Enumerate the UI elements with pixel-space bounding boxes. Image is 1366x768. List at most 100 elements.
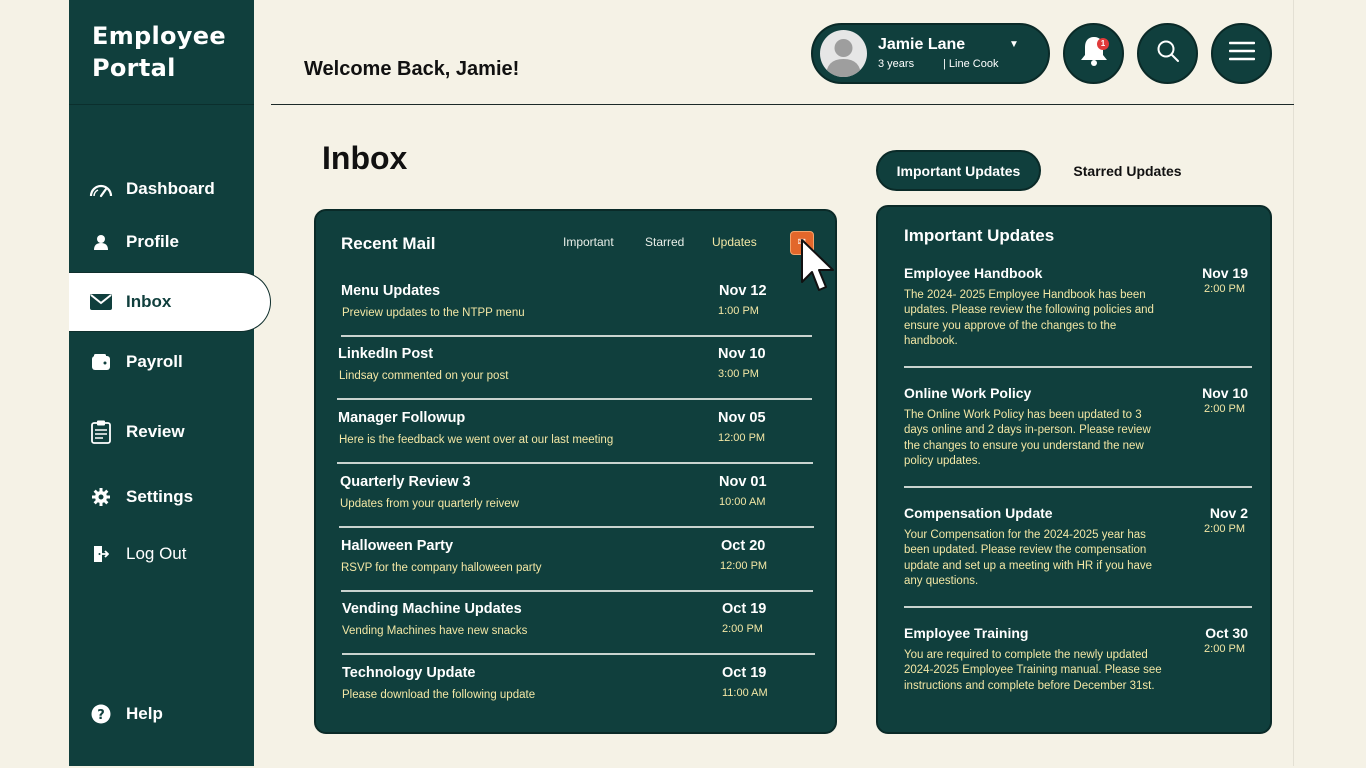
row-divider bbox=[341, 335, 812, 337]
row-divider bbox=[904, 366, 1252, 368]
user-name: Jamie Lane bbox=[878, 36, 966, 53]
update-body: Your Compensation for the 2024-2025 year… bbox=[904, 529, 1153, 587]
sidebar-item-settings[interactable]: Settings bbox=[88, 479, 193, 515]
notification-badge: 1 bbox=[1097, 38, 1109, 50]
welcome-message: Welcome Back, Jamie! bbox=[304, 58, 520, 80]
row-divider bbox=[904, 486, 1252, 488]
mail-icon bbox=[88, 289, 114, 315]
mail-preview: Lindsay commented on your post bbox=[339, 370, 509, 382]
mail-time: 11:00 AM bbox=[722, 687, 768, 699]
mail-time: 3:00 PM bbox=[718, 368, 759, 380]
logout-icon bbox=[88, 541, 114, 567]
row-divider bbox=[904, 606, 1252, 608]
mail-time: 12:00 PM bbox=[718, 432, 766, 444]
page-title: Inbox bbox=[322, 140, 408, 176]
filter-starred[interactable]: Starred bbox=[645, 235, 684, 249]
sidebar-item-label: Dashboard bbox=[126, 179, 215, 198]
sidebar-item-logout[interactable]: Log Out bbox=[88, 536, 187, 572]
user-icon bbox=[88, 229, 114, 255]
sidebar-divider bbox=[69, 104, 254, 105]
header-divider bbox=[271, 104, 1294, 105]
mail-date: Oct 20 bbox=[721, 538, 766, 554]
mail-row[interactable]: Halloween Party RSVP for the company hal… bbox=[316, 538, 839, 600]
mail-row[interactable]: Technology Update Please download the fo… bbox=[316, 665, 839, 727]
mail-time: 12:00 PM bbox=[720, 560, 768, 572]
update-title: Employee Handbook bbox=[904, 265, 1043, 281]
chevron-down-icon: ▼ bbox=[1009, 39, 1019, 50]
mail-row[interactable]: Menu Updates Preview updates to the NTPP… bbox=[316, 283, 839, 345]
update-body: The 2024- 2025 Employee Handbook has bee… bbox=[904, 289, 1154, 347]
sidebar-item-label: Inbox bbox=[126, 292, 172, 311]
update-date: Nov 2 bbox=[1209, 505, 1248, 521]
update-title: Online Work Policy bbox=[904, 385, 1032, 401]
mouse-cursor-icon bbox=[800, 238, 836, 299]
mail-preview: Please download the following update bbox=[342, 689, 536, 701]
sidebar-item-label: Log Out bbox=[126, 544, 187, 563]
update-title: Employee Training bbox=[904, 625, 1029, 641]
filter-important[interactable]: Important bbox=[563, 235, 614, 249]
important-updates-card: Important Updates Employee Handbook Nov … bbox=[876, 205, 1272, 734]
user-tenure: 3 years bbox=[878, 58, 915, 70]
row-divider bbox=[339, 526, 814, 528]
update-date: Nov 10 bbox=[1202, 385, 1248, 401]
user-menu[interactable]: Jamie Lane 3 years | Line Cook ▼ bbox=[811, 23, 1050, 84]
update-body: The Online Work Policy has been updated … bbox=[904, 409, 1151, 467]
mail-row[interactable]: Quarterly Review 3 Updates from your qua… bbox=[316, 474, 839, 536]
sidebar-item-label: Settings bbox=[126, 487, 194, 506]
mail-subject: LinkedIn Post bbox=[338, 346, 434, 362]
row-divider bbox=[337, 462, 813, 464]
clipboard-icon bbox=[88, 419, 114, 445]
mail-date: Nov 10 bbox=[718, 346, 766, 362]
brand-logo: Employee Portal bbox=[92, 22, 226, 82]
mail-row[interactable]: LinkedIn Post Lindsay commented on your … bbox=[316, 346, 839, 408]
update-date: Nov 19 bbox=[1202, 265, 1248, 281]
mail-row[interactable]: Vending Machine Updates Vending Machines… bbox=[316, 601, 839, 663]
sidebar-item-label: Profile bbox=[126, 232, 179, 251]
tab-starred-updates[interactable]: Starred Updates bbox=[1055, 150, 1200, 191]
card-title: Important Updates bbox=[904, 226, 1055, 245]
sidebar-item-dashboard[interactable]: Dashboard bbox=[88, 171, 215, 207]
mail-date: Nov 12 bbox=[719, 283, 767, 299]
update-time: 2:00 PM bbox=[1204, 403, 1245, 415]
user-role: | Line Cook bbox=[943, 58, 999, 70]
mail-time: 10:00 AM bbox=[719, 496, 766, 508]
update-time: 2:00 PM bbox=[1204, 643, 1245, 655]
help-link[interactable]: ? Help bbox=[88, 696, 163, 732]
card-title: Recent Mail bbox=[341, 234, 436, 253]
row-divider bbox=[342, 653, 815, 655]
update-title: Compensation Update bbox=[904, 505, 1053, 521]
mail-row[interactable]: Manager Followup Here is the feedback we… bbox=[316, 410, 839, 472]
mail-subject: Halloween Party bbox=[341, 538, 454, 554]
mail-date: Oct 19 bbox=[722, 665, 767, 681]
help-label: Help bbox=[126, 704, 163, 723]
update-body: You are required to complete the newly u… bbox=[904, 649, 1162, 692]
row-divider bbox=[337, 398, 812, 400]
mail-time: 1:00 PM bbox=[718, 305, 759, 317]
mail-subject: Technology Update bbox=[342, 665, 476, 681]
sidebar-item-label: Payroll bbox=[126, 352, 183, 371]
recent-mail-card: Recent Mail Important Starred Updates ✉ … bbox=[314, 209, 837, 734]
mail-time: 2:00 PM bbox=[722, 623, 763, 635]
mail-preview: Updates from your quarterly reivew bbox=[340, 498, 519, 510]
menu-button[interactable] bbox=[1211, 23, 1272, 84]
mail-preview: Vending Machines have new snacks bbox=[342, 625, 528, 637]
sidebar: Employee Portal Dashboard Profile Inbox … bbox=[69, 0, 271, 766]
mail-subject: Quarterly Review 3 bbox=[340, 474, 471, 490]
filter-updates[interactable]: Updates bbox=[712, 235, 757, 249]
mail-date: Nov 05 bbox=[718, 410, 766, 426]
mail-preview: RSVP for the company halloween party bbox=[341, 562, 542, 574]
mail-date: Oct 19 bbox=[722, 601, 767, 617]
notifications-button[interactable]: 1 bbox=[1063, 23, 1124, 84]
search-button[interactable] bbox=[1137, 23, 1198, 84]
tab-important-updates[interactable]: Important Updates bbox=[876, 150, 1041, 191]
mail-subject: Vending Machine Updates bbox=[342, 601, 522, 617]
sidebar-item-review[interactable]: Review bbox=[88, 414, 185, 450]
update-date: Oct 30 bbox=[1205, 625, 1248, 641]
mail-preview: Preview updates to the NTPP menu bbox=[342, 307, 525, 319]
sidebar-item-inbox[interactable]: Inbox bbox=[69, 272, 271, 332]
gauge-icon bbox=[88, 176, 114, 202]
mail-subject: Menu Updates bbox=[341, 283, 441, 299]
sidebar-item-profile[interactable]: Profile bbox=[88, 224, 179, 260]
sidebar-item-payroll[interactable]: Payroll bbox=[88, 344, 183, 380]
mail-subject: Manager Followup bbox=[338, 410, 466, 426]
